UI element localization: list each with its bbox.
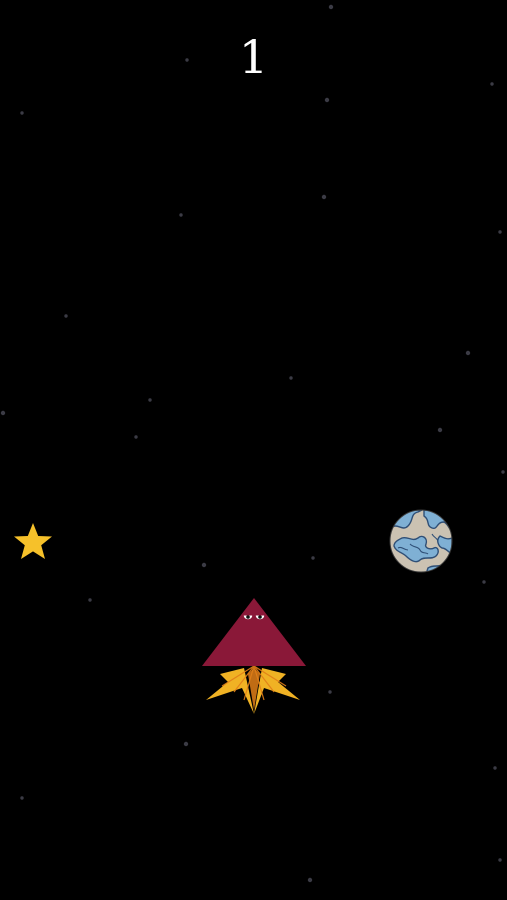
background-star-dot [307, 877, 313, 883]
background-star-dot [311, 556, 315, 560]
rocket-ship[interactable] [198, 596, 308, 716]
background-star-dot [20, 796, 24, 800]
background-star-dot [321, 194, 327, 200]
rocket-flame [206, 665, 300, 714]
background-star-dot [498, 230, 502, 234]
background-star-dot [493, 766, 497, 770]
background-star-dot [328, 4, 334, 10]
background-star-dot [490, 82, 494, 86]
score-counter: 1 [238, 30, 269, 84]
background-star-dot [289, 376, 293, 380]
background-star-dot [498, 858, 502, 862]
planet-icon [389, 509, 453, 573]
background-star-dot [482, 580, 486, 584]
game-canvas[interactable]: 1 [0, 0, 507, 900]
star-pickup-shape [14, 523, 52, 559]
background-star-dot [148, 398, 152, 402]
background-star-dot [183, 741, 189, 747]
background-star-dot [465, 350, 471, 356]
background-star-dot [88, 598, 92, 602]
background-star-dot [501, 470, 505, 474]
background-star-dot [201, 562, 207, 568]
background-star-dot [328, 690, 332, 694]
background-star-dot [0, 410, 6, 416]
background-star-dot [324, 97, 330, 103]
background-star-dot [20, 111, 24, 115]
background-star-dot [64, 314, 68, 318]
starfield-background [0, 4, 505, 883]
background-star-dot [134, 435, 138, 439]
rocket-body [202, 598, 306, 666]
background-star-dot [437, 427, 443, 433]
star-icon [14, 523, 52, 559]
background-star-dot [179, 213, 183, 217]
